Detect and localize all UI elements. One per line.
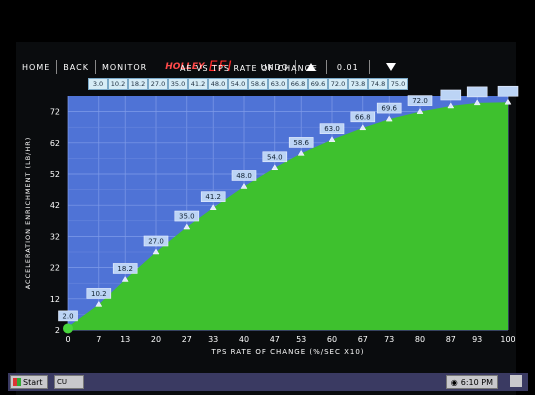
x-tick-label: 53 — [296, 335, 306, 344]
taskbar-app-button[interactable]: CU — [54, 375, 84, 389]
start-label: Start — [23, 377, 43, 387]
system-tray: ◉ 6:10 PM — [445, 375, 498, 389]
y-tick-label: 22 — [50, 264, 60, 273]
data-label: 54.0 — [267, 153, 283, 161]
x-tick-label: 27 — [182, 335, 192, 344]
windows-flag-icon — [13, 378, 21, 386]
y-tick-label: 62 — [50, 139, 60, 148]
data-label: 41.2 — [205, 193, 221, 201]
x-tick-label: 67 — [358, 335, 368, 344]
x-tick-label: 100 — [500, 335, 515, 344]
data-label: 63.0 — [324, 125, 340, 133]
x-tick-label: 73 — [384, 335, 394, 344]
ae-chart: 2.0 10.2 18.2 27.0 35.0 41.2 48.0 54.0 58.6 63.0 6… — [24, 85, 519, 356]
data-label: 18.2 — [117, 265, 133, 273]
x-tick-label: 80 — [415, 335, 425, 344]
taskbar: Start CU ◉ 6:10 PM — [8, 373, 528, 391]
data-label: 35.0 — [179, 213, 195, 221]
y-tick-label: 2 — [55, 326, 60, 335]
data-label: 58.6 — [293, 139, 309, 147]
data-label: 10.2 — [91, 290, 107, 298]
data-label-box — [440, 89, 462, 101]
data-label: 27.0 — [148, 238, 164, 246]
tray-icon: ◉ — [450, 377, 458, 387]
x-tick-label: 87 — [446, 335, 456, 344]
x-tick-label: 93 — [472, 335, 482, 344]
start-button[interactable]: Start — [10, 375, 48, 389]
y-tick-label: 42 — [50, 201, 60, 210]
pen-icon[interactable] — [510, 375, 522, 387]
x-tick-label: 40 — [239, 335, 249, 344]
data-label: 2.0 — [62, 312, 73, 320]
data-label-box — [466, 86, 488, 98]
x-tick-label: 47 — [270, 335, 280, 344]
x-tick-label: 0 — [65, 335, 70, 344]
x-tick-label: 13 — [120, 335, 130, 344]
y-axis-label: ACCELERATION ENRICHMENT (LB/HR) — [24, 137, 32, 290]
x-tick-label: 7 — [96, 335, 101, 344]
clock: 6:10 PM — [460, 377, 493, 387]
x-axis-label: TPS RATE OF CHANGE (%/SEC X10) — [210, 348, 364, 356]
y-tick-label: 32 — [50, 232, 60, 241]
data-label: 72.0 — [412, 97, 428, 105]
x-tick-label: 33 — [208, 335, 218, 344]
y-tick-label: 52 — [50, 170, 60, 179]
y-tick-label: 12 — [50, 295, 60, 304]
data-label: 48.0 — [236, 172, 252, 180]
y-tick-label: 72 — [50, 108, 60, 117]
data-label-box — [497, 85, 519, 97]
data-label: 66.8 — [355, 113, 371, 121]
x-tick-label: 20 — [151, 335, 161, 344]
origin-marker[interactable] — [63, 323, 73, 334]
data-label: 69.6 — [381, 105, 397, 113]
x-tick-label: 60 — [327, 335, 337, 344]
